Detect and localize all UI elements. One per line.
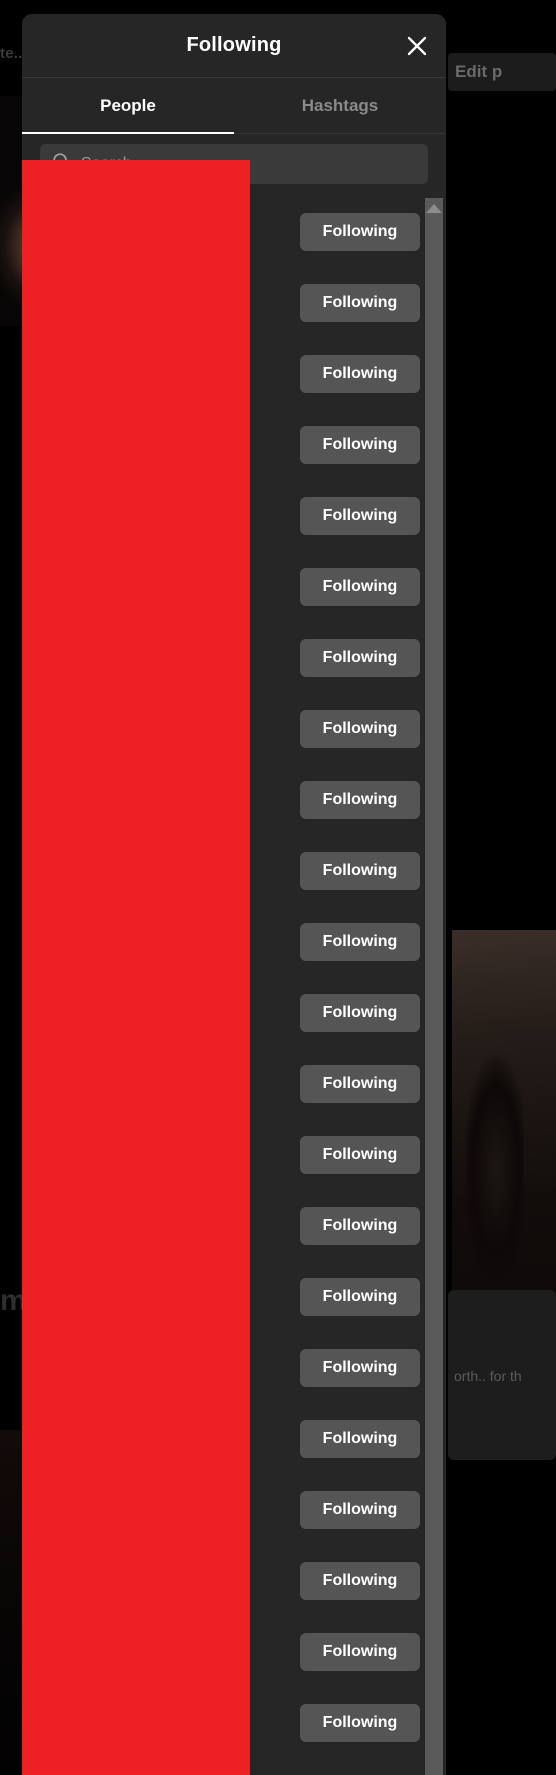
following-button[interactable]: Following bbox=[300, 780, 420, 819]
following-button[interactable]: Following bbox=[300, 993, 420, 1032]
following-button[interactable]: Following bbox=[300, 851, 420, 890]
chevron-up-icon[interactable] bbox=[426, 204, 442, 213]
screen: te... Edit p m n orth.. for th Following… bbox=[0, 0, 556, 1775]
following-button[interactable]: Following bbox=[300, 638, 420, 677]
following-button[interactable]: Following bbox=[300, 283, 420, 322]
following-button[interactable]: Following bbox=[300, 1703, 420, 1742]
background-post-photo-left bbox=[0, 1430, 24, 1775]
following-button[interactable]: Following bbox=[300, 212, 420, 251]
modal-title: Following bbox=[186, 34, 282, 56]
tab-hashtags[interactable]: Hashtags bbox=[234, 78, 446, 133]
following-button[interactable]: Following bbox=[300, 567, 420, 606]
following-button[interactable]: Following bbox=[300, 1277, 420, 1316]
edit-profile-button[interactable]: Edit p bbox=[448, 53, 556, 91]
following-button[interactable]: Following bbox=[300, 709, 420, 748]
following-button[interactable]: Following bbox=[300, 496, 420, 535]
redaction-overlay bbox=[22, 160, 250, 1775]
following-button[interactable]: Following bbox=[300, 1490, 420, 1529]
close-button[interactable] bbox=[400, 29, 434, 63]
following-button[interactable]: Following bbox=[300, 922, 420, 961]
following-button[interactable]: Following bbox=[300, 1135, 420, 1174]
modal-tabs: People Hashtags bbox=[22, 78, 446, 134]
background-card-right-text: orth.. for th bbox=[448, 1290, 556, 1460]
following-button[interactable]: Following bbox=[300, 354, 420, 393]
following-button[interactable]: Following bbox=[300, 1419, 420, 1458]
following-button[interactable]: Following bbox=[300, 1064, 420, 1103]
following-button[interactable]: Following bbox=[300, 425, 420, 464]
tab-people[interactable]: People bbox=[22, 78, 234, 134]
background-top-text: te... bbox=[0, 45, 22, 62]
list-scrollbar[interactable] bbox=[425, 198, 443, 1775]
following-button[interactable]: Following bbox=[300, 1632, 420, 1671]
background-card-left-text: m n bbox=[0, 1284, 24, 1317]
close-icon bbox=[405, 34, 429, 58]
following-button[interactable]: Following bbox=[300, 1348, 420, 1387]
following-button[interactable]: Following bbox=[300, 1206, 420, 1245]
modal-header: Following bbox=[22, 14, 446, 78]
following-button[interactable]: Following bbox=[300, 1561, 420, 1600]
